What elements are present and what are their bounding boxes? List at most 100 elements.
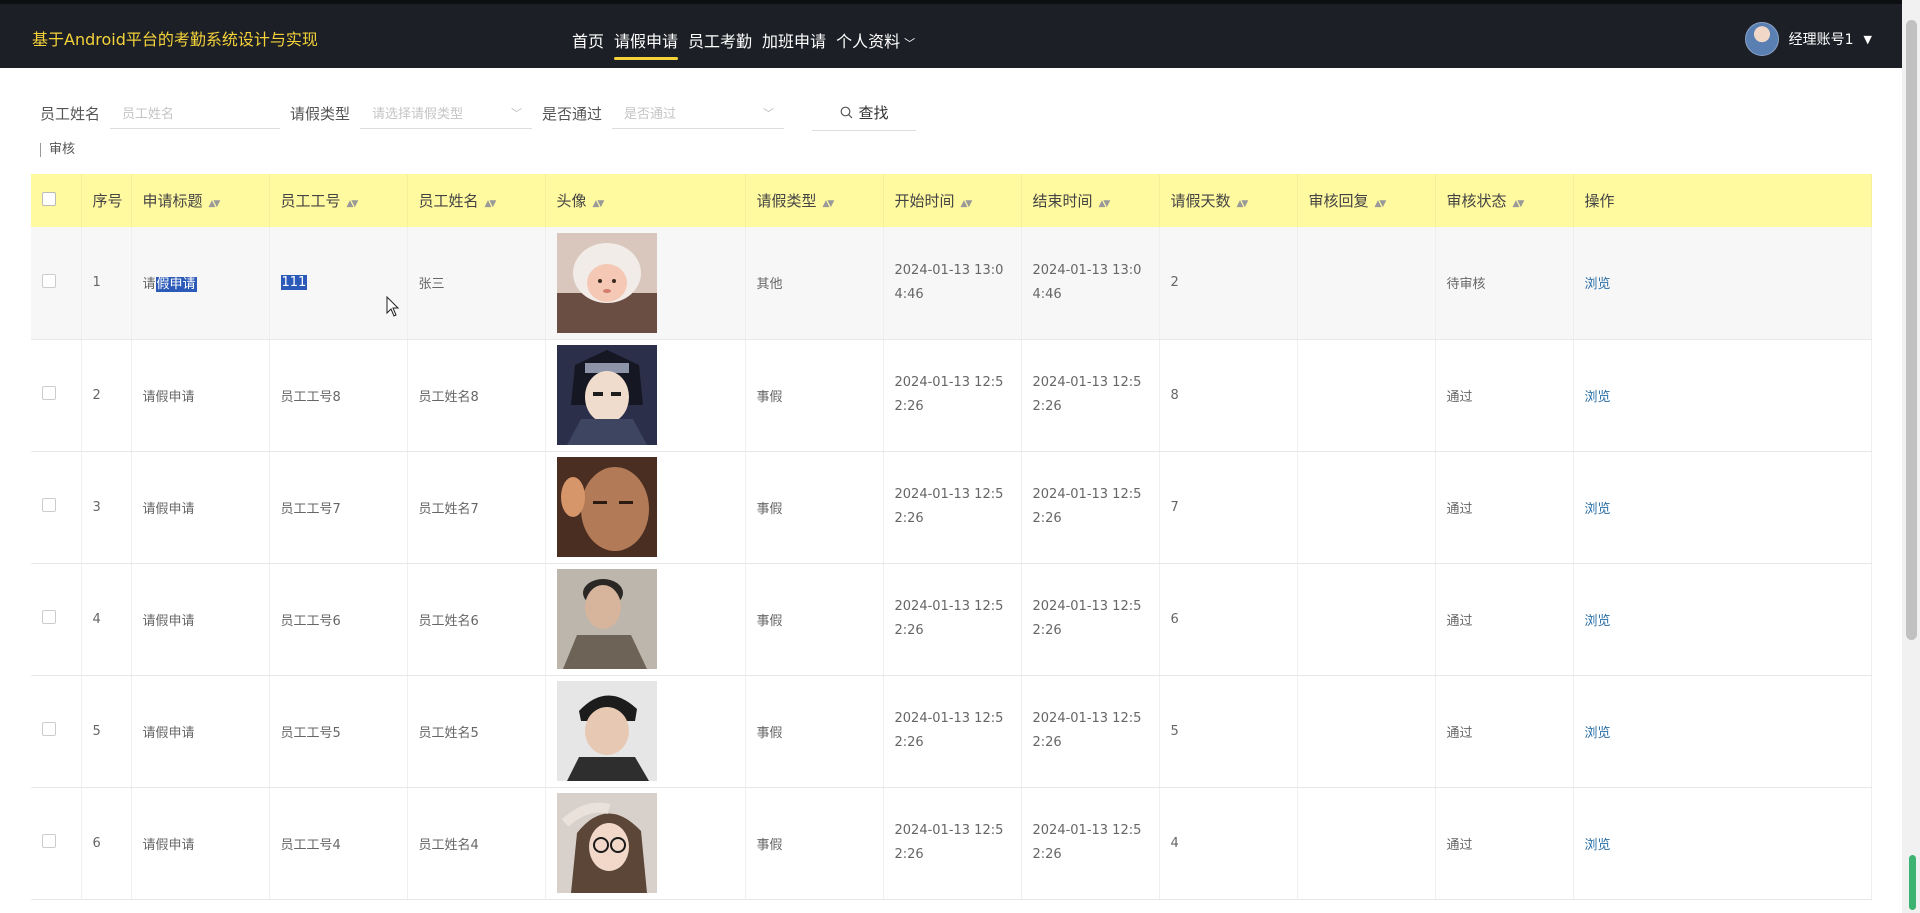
view-link[interactable]: 浏览 bbox=[1585, 390, 1611, 405]
cell-start-line1: 2024-01-13 12:5 bbox=[894, 711, 1004, 726]
cell-title-pre: 请 bbox=[142, 277, 156, 293]
sort-icon: ▲▼ bbox=[346, 199, 359, 209]
nav-home[interactable]: 首页 bbox=[572, 28, 604, 60]
cell-status: 通过 bbox=[1435, 339, 1574, 452]
view-link[interactable]: 浏览 bbox=[1585, 614, 1611, 629]
cell-type: 事假 bbox=[745, 451, 884, 564]
cell-end: 2024-01-13 12:5 2:26 bbox=[1021, 787, 1160, 900]
employee-photo[interactable] bbox=[556, 457, 657, 557]
cell-start-line1: 2024-01-13 13:0 bbox=[894, 262, 1004, 278]
caret-down-icon: ▼ bbox=[1863, 32, 1872, 46]
nav-profile[interactable]: 个人资料 ﹀ bbox=[836, 28, 915, 60]
col-emp-no[interactable]: 员工工号 ▲▼ bbox=[269, 174, 408, 227]
cell-end: 2024-01-13 12:5 2:26 bbox=[1021, 563, 1160, 676]
col-end[interactable]: 结束时间 ▲▼ bbox=[1021, 174, 1160, 227]
employee-photo[interactable] bbox=[556, 793, 657, 893]
nav-overtime[interactable]: 加班申请 bbox=[762, 28, 826, 60]
table-row: 5 请假申请 员工工号5 员工姓名5 事假 2024-01-13 12:5 2:2… bbox=[31, 675, 1872, 788]
col-type[interactable]: 请假类型 ▲▼ bbox=[745, 174, 884, 227]
row-checkbox[interactable] bbox=[42, 498, 56, 512]
nav-leave-request[interactable]: 请假申请 bbox=[614, 28, 679, 60]
col-start[interactable]: 开始时间 ▲▼ bbox=[883, 174, 1022, 227]
cell-start-line2: 2:26 bbox=[894, 399, 924, 414]
cell-days: 6 bbox=[1159, 563, 1298, 676]
view-link[interactable]: 浏览 bbox=[1585, 726, 1611, 741]
col-photo[interactable]: 头像 ▲▼ bbox=[545, 174, 746, 227]
sort-icon: ▲▼ bbox=[822, 199, 835, 209]
chevron-down-icon: ﹀ bbox=[904, 37, 916, 50]
cell-name: 员工姓名8 bbox=[407, 339, 546, 452]
cell-type: 事假 bbox=[745, 563, 884, 676]
view-link[interactable]: 浏览 bbox=[1585, 838, 1611, 853]
sort-icon: ▲▼ bbox=[208, 199, 221, 209]
cell-emp-no: 员工工号8 bbox=[269, 339, 408, 452]
cell-days: 5 bbox=[1159, 675, 1298, 788]
cell-photo bbox=[545, 451, 746, 564]
table-row: 3 请假申请 员工工号7 员工姓名7 事假 2024-01-13 12:5 2:2… bbox=[31, 451, 1872, 564]
cell-start: 2024-01-13 12:5 2:26 bbox=[883, 451, 1022, 564]
vertical-scrollbar[interactable] bbox=[1902, 0, 1920, 913]
sort-icon: ▲▼ bbox=[1236, 199, 1249, 209]
cell-end: 2024-01-13 12:5 2:26 bbox=[1021, 339, 1160, 452]
row-checkbox[interactable] bbox=[42, 834, 56, 848]
col-end-label: 结束时间 bbox=[1032, 192, 1093, 210]
cell-start-line2: 2:26 bbox=[894, 735, 924, 750]
nav-attendance[interactable]: 员工考勤 bbox=[688, 28, 752, 60]
employee-photo[interactable] bbox=[556, 345, 657, 445]
cell-days: 2 bbox=[1159, 227, 1298, 340]
cell-title: 请假申请 bbox=[131, 675, 270, 788]
audit-button[interactable]: 审核 bbox=[40, 143, 75, 157]
col-status[interactable]: 审核状态 ▲▼ bbox=[1435, 174, 1574, 227]
cell-start: 2024-01-13 13:0 4:46 bbox=[883, 227, 1022, 340]
search-button[interactable]: 查找 bbox=[812, 96, 917, 131]
sort-icon: ▲▼ bbox=[484, 199, 497, 209]
row-checkbox[interactable] bbox=[42, 610, 56, 624]
sort-icon: ▲▼ bbox=[1374, 199, 1387, 209]
cell-title: 请假申请 bbox=[131, 339, 270, 452]
cell-status: 通过 bbox=[1435, 563, 1574, 676]
main-nav: 首页 请假申请 员工考勤 加班申请 个人资料 ﹀ bbox=[572, 28, 915, 60]
cell-status: 待审核 bbox=[1435, 227, 1574, 340]
cell-no: 6 bbox=[81, 787, 132, 900]
col-name-label: 员工姓名 bbox=[418, 192, 479, 210]
row-checkbox[interactable] bbox=[42, 386, 56, 400]
cell-end-line1: 2024-01-13 12:5 bbox=[1032, 375, 1142, 390]
employee-photo[interactable] bbox=[556, 232, 657, 333]
user-menu[interactable]: 经理账号1 ▼ bbox=[1744, 22, 1872, 56]
row-checkbox-cell bbox=[31, 787, 82, 900]
pass-filter-placeholder: 是否通过 bbox=[624, 107, 677, 122]
mouse-cursor-icon bbox=[386, 296, 400, 317]
view-link[interactable]: 浏览 bbox=[1585, 277, 1611, 292]
cell-end-line1: 2024-01-13 12:5 bbox=[1032, 711, 1142, 726]
col-days[interactable]: 请假天数 ▲▼ bbox=[1159, 174, 1298, 227]
row-checkbox[interactable] bbox=[42, 722, 56, 736]
name-filter-label: 员工姓名 bbox=[40, 104, 101, 123]
sort-icon: ▲▼ bbox=[1098, 199, 1111, 209]
cell-action: 浏览 bbox=[1573, 227, 1872, 340]
col-no: 序号 bbox=[81, 174, 132, 227]
col-title[interactable]: 申请标题 ▲▼ bbox=[131, 174, 270, 227]
cell-status: 通过 bbox=[1435, 451, 1574, 564]
cell-type: 事假 bbox=[745, 675, 884, 788]
cell-end-line1: 2024-01-13 12:5 bbox=[1032, 823, 1142, 838]
name-filter-input[interactable]: 员工姓名 bbox=[110, 97, 281, 129]
cell-start: 2024-01-13 12:5 2:26 bbox=[883, 339, 1022, 452]
employee-photo[interactable] bbox=[556, 681, 657, 781]
cell-reply bbox=[1297, 675, 1436, 788]
pass-filter-select[interactable]: 是否通过 ﹀ bbox=[612, 97, 785, 129]
scrollbar-thumb[interactable] bbox=[1906, 20, 1917, 640]
cell-end-line2: 2:26 bbox=[1032, 623, 1062, 638]
select-all-checkbox[interactable] bbox=[42, 191, 56, 206]
employee-photo[interactable] bbox=[556, 569, 657, 669]
cell-emp-no: 员工工号5 bbox=[269, 675, 408, 788]
col-reply[interactable]: 审核回复 ▲▼ bbox=[1297, 174, 1436, 227]
type-filter-select[interactable]: 请选择请假类型 ﹀ bbox=[360, 97, 533, 129]
view-link[interactable]: 浏览 bbox=[1585, 502, 1611, 517]
cell-start: 2024-01-13 12:5 2:26 bbox=[883, 675, 1022, 788]
row-checkbox-cell bbox=[31, 227, 82, 340]
col-name[interactable]: 员工姓名 ▲▼ bbox=[407, 174, 546, 227]
cell-type: 事假 bbox=[745, 787, 884, 900]
cell-start-line2: 2:26 bbox=[894, 511, 924, 526]
row-checkbox[interactable] bbox=[42, 273, 56, 288]
cell-name: 员工姓名7 bbox=[407, 451, 546, 564]
